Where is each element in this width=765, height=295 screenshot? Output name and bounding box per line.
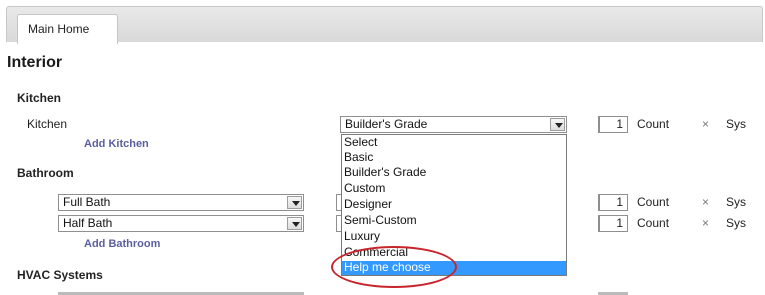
- chevron-down-icon[interactable]: [287, 196, 302, 209]
- bathroom-type-select[interactable]: Half Bath: [58, 215, 304, 232]
- bathroom-type-select[interactable]: Full Bath: [58, 194, 304, 211]
- dropdown-option-basic[interactable]: Basic: [342, 151, 566, 164]
- kitchen-group-label: Kitchen: [17, 91, 62, 105]
- kitchen-grade-value: Builder's Grade: [345, 117, 428, 131]
- tab-bar: Main Home: [6, 6, 763, 44]
- bathroom-group-label: Bathroom: [17, 166, 74, 180]
- kitchen-grade-select[interactable]: Builder's Grade: [340, 116, 567, 133]
- kitchen-sys-label: Sys: [726, 117, 747, 131]
- add-bathroom-link[interactable]: Add Bathroom: [84, 238, 160, 250]
- kitchen-count-input[interactable]: 1: [598, 116, 628, 133]
- bathroom-remove-close-icon[interactable]: ×: [702, 216, 709, 230]
- bathroom-count-label: Count: [637, 195, 670, 209]
- kitchen-item-label: Kitchen: [27, 117, 68, 131]
- grade-dropdown-list[interactable]: Select Basic Builder's Grade Custom Desi…: [341, 134, 567, 276]
- dropdown-option-custom[interactable]: Custom: [342, 182, 566, 195]
- dropdown-option-commercial[interactable]: Commercial: [342, 246, 566, 259]
- chevron-down-icon[interactable]: [287, 217, 302, 230]
- dropdown-option-designer[interactable]: Designer: [342, 198, 566, 211]
- bathroom-count-label: Count: [637, 216, 670, 230]
- bathroom-type-value: Full Bath: [63, 195, 111, 209]
- bathroom-sys-label: Sys: [726, 216, 747, 230]
- tab-main-home[interactable]: Main Home: [17, 14, 118, 44]
- bathroom-sys-label: Sys: [726, 195, 747, 209]
- hvac-group-label: HVAC Systems: [17, 268, 103, 282]
- dropdown-option-help-me-choose[interactable]: Help me choose: [342, 261, 566, 275]
- dropdown-option-semi-custom[interactable]: Semi-Custom: [342, 214, 566, 227]
- dropdown-option-builders-grade[interactable]: Builder's Grade: [342, 166, 566, 179]
- add-kitchen-link[interactable]: Add Kitchen: [84, 138, 149, 150]
- bathroom-count-input[interactable]: 1: [598, 194, 628, 211]
- kitchen-count-label: Count: [637, 117, 670, 131]
- bathroom-count-input[interactable]: 1: [598, 215, 628, 232]
- section-title: Interior: [7, 54, 63, 71]
- bathroom-type-value: Half Bath: [63, 216, 113, 230]
- bathroom-remove-close-icon[interactable]: ×: [702, 195, 709, 209]
- kitchen-remove-close-icon[interactable]: ×: [702, 117, 709, 131]
- dropdown-option-select[interactable]: Select: [342, 136, 566, 149]
- dropdown-option-luxury[interactable]: Luxury: [342, 230, 566, 243]
- chevron-down-icon[interactable]: [550, 118, 565, 131]
